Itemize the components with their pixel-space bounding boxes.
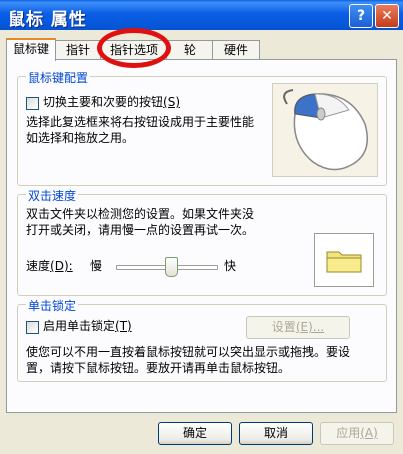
button-config-group: 鼠标键配置 切换主要和次要的按钮(S) 选择此复选框来将右按钮设成用于主要性能 … — [17, 69, 387, 186]
speed-label-text: 速度 — [26, 259, 51, 273]
switch-buttons-text: 切换主要和次要的按钮 — [43, 95, 164, 109]
double-click-title: 双击速度 — [26, 187, 79, 204]
switch-buttons-hotkey: (S) — [163, 95, 180, 109]
settings-text: 设置 — [271, 320, 296, 334]
help-button[interactable]: ? — [349, 4, 373, 28]
test-folder-area[interactable] — [314, 233, 374, 287]
click-lock-settings-button[interactable]: 设置(E)... — [246, 316, 350, 339]
click-lock-label[interactable]: 启用单击锁定(T) — [43, 319, 132, 334]
apply-text: 应用 — [336, 426, 361, 440]
window-title: 鼠标 属性 — [8, 10, 87, 30]
tab-pointers[interactable]: 指针 — [54, 40, 102, 59]
click-lock-description-1: 使您可以不用一直按着鼠标按钮就可以突出显示或拖拽。要设 — [26, 345, 351, 359]
speed-hotkey: (D): — [50, 259, 73, 273]
click-lock-description-2: 置，请按下鼠标按钮。要放开请再单击鼠标按钮。 — [26, 361, 291, 375]
title-bar[interactable]: 鼠标 属性 ? ✕ — [0, 0, 403, 30]
slow-label: 慢 — [90, 259, 103, 273]
double-click-description-1: 双击文件夹以检测您的设置。如果文件夹没 — [26, 207, 255, 221]
click-lock-group: 单击锁定 启用单击锁定(T) 设置(E)... 使您可以不用一直按着鼠标按钮就可… — [17, 297, 387, 382]
click-lock-hotkey: (T) — [115, 319, 132, 333]
tab-wheel[interactable]: 轮 — [166, 40, 214, 59]
ok-button[interactable]: 确定 — [158, 422, 232, 445]
highlight-oval — [97, 28, 171, 68]
mouse-illustration — [272, 83, 378, 177]
tab-panel: 鼠标键配置 切换主要和次要的按钮(S) 选择此复选框来将右按钮设成用于主要性能 … — [6, 59, 397, 413]
click-lock-checkbox[interactable] — [26, 321, 39, 334]
button-config-description-2: 如选择和拖放之用。 — [26, 131, 135, 145]
button-config-description-1: 选择此复选框来将右按钮设成用于主要性能 — [26, 115, 255, 129]
fast-label: 快 — [224, 259, 237, 273]
speed-label: 速度(D): — [26, 259, 73, 274]
switch-buttons-label[interactable]: 切换主要和次要的按钮(S) — [43, 95, 180, 110]
double-click-description-2: 打开或关闭，请用慢一点的设置再试一次。 — [26, 223, 255, 237]
close-icon: ✕ — [381, 8, 393, 24]
apply-button[interactable]: 应用(A) — [320, 422, 394, 445]
cancel-button[interactable]: 取消 — [239, 422, 313, 445]
tab-hardware[interactable]: 硬件 — [212, 40, 260, 59]
click-lock-title: 单击锁定 — [26, 297, 79, 314]
switch-buttons-checkbox[interactable] — [26, 97, 39, 110]
close-button[interactable]: ✕ — [375, 4, 399, 28]
speed-slider-thumb[interactable] — [165, 257, 178, 277]
mouse-properties-window: 鼠标 属性 ? ✕ 鼠标键 指针 指针选项 轮 硬件 鼠标键配置 切换主要和次要… — [0, 0, 403, 454]
apply-hotkey: (A) — [360, 426, 378, 440]
double-click-group: 双击速度 双击文件夹以检测您的设置。如果文件夹没 打开或关闭，请用慢一点的设置再… — [17, 187, 387, 296]
help-icon: ? — [356, 8, 366, 24]
button-config-title: 鼠标键配置 — [26, 69, 91, 86]
click-lock-text: 启用单击锁定 — [43, 319, 116, 333]
settings-hotkey: (E)... — [295, 320, 325, 334]
tab-buttons[interactable]: 鼠标键 — [6, 38, 56, 61]
folder-icon — [326, 251, 362, 273]
